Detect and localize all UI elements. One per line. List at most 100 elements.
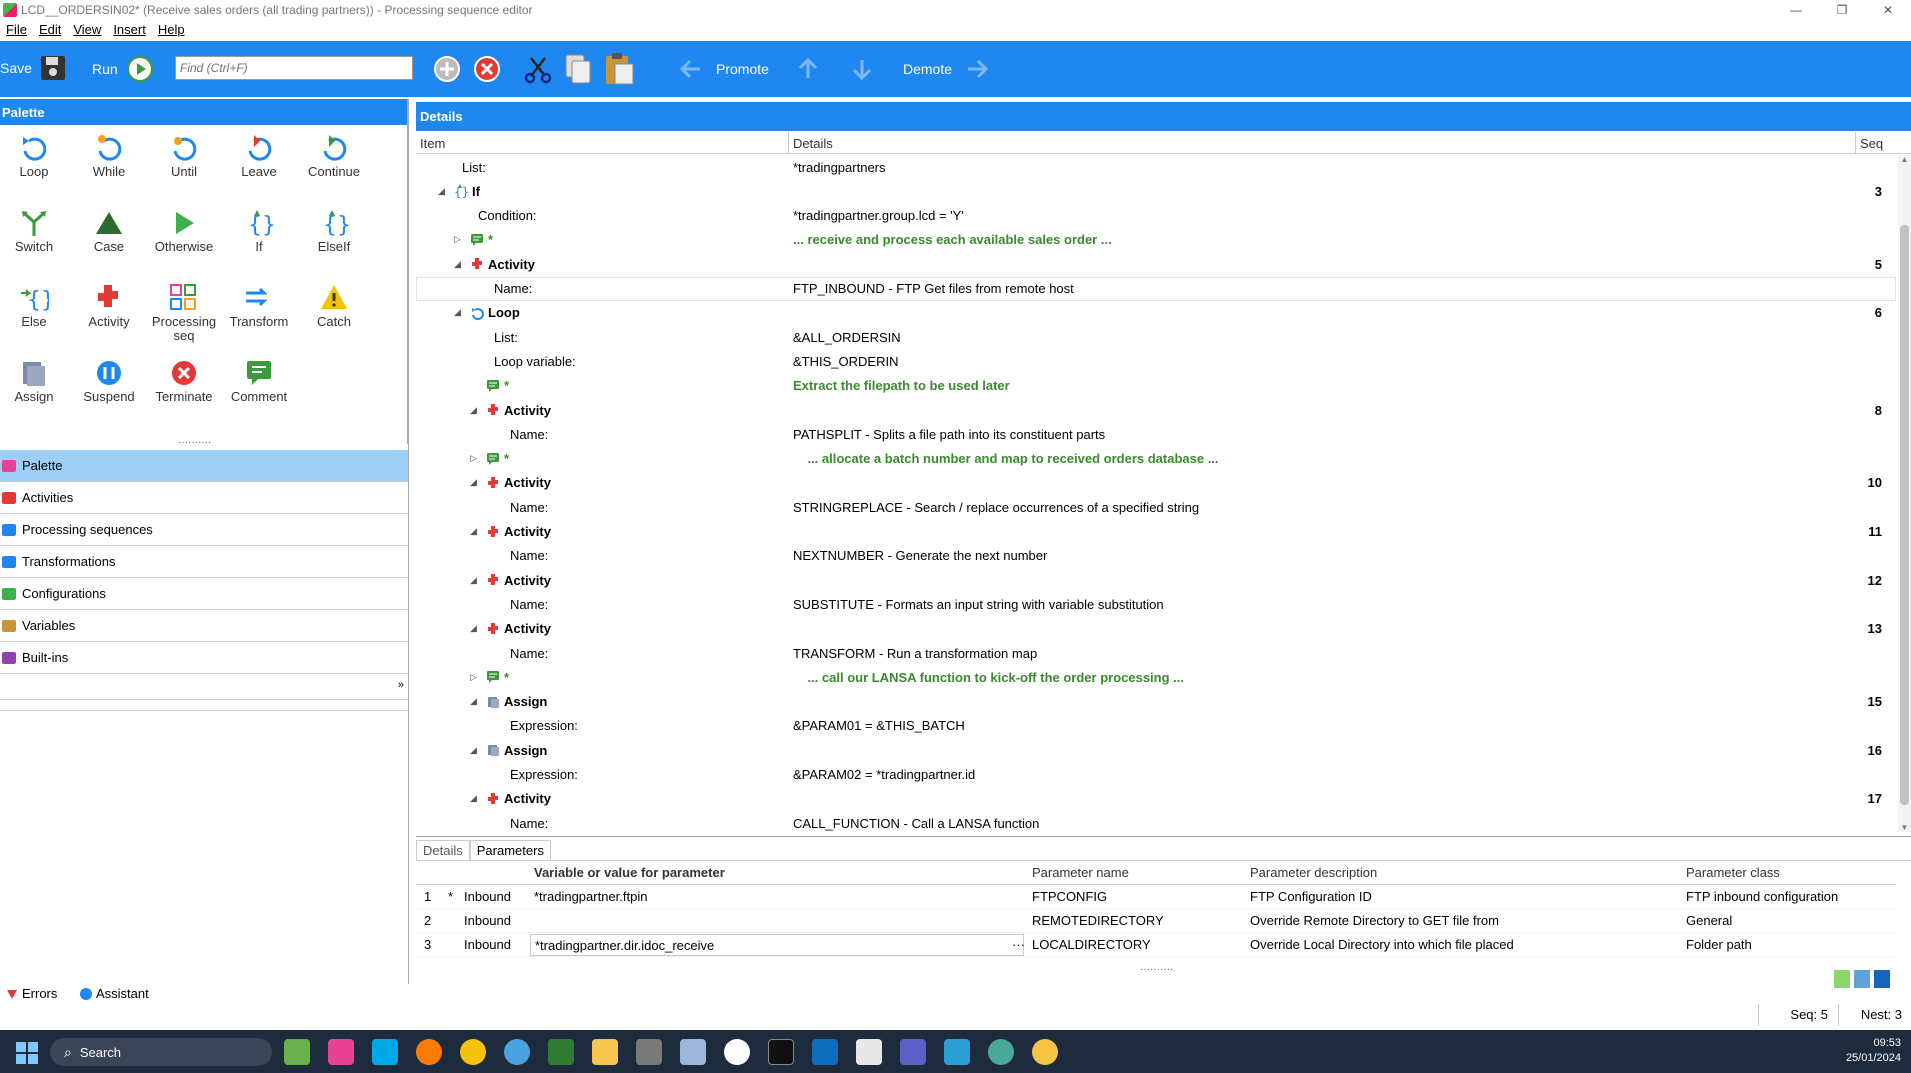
copy-icon[interactable]	[563, 53, 593, 85]
run-button[interactable]: Run	[92, 55, 154, 83]
param-value-field[interactable]	[530, 910, 1024, 932]
nav-item-variables[interactable]: Variables	[0, 610, 408, 642]
tree-row[interactable]: List: &ALL_ORDERSIN	[416, 325, 1896, 349]
tree-row[interactable]: ◢ Activity 13	[416, 617, 1896, 641]
delete-icon[interactable]	[473, 55, 501, 83]
col-param-class[interactable]: Parameter class	[1682, 865, 1780, 880]
tree-row[interactable]: Expression: &PARAM02 = *tradingpartner.id	[416, 763, 1896, 787]
expand-twisty-icon[interactable]: ▷	[470, 672, 477, 683]
tree-row[interactable]: Name: CALL_FUNCTION - Call a LANSA functi…	[416, 811, 1896, 832]
taskbar-search[interactable]: ⌕ Search	[50, 1038, 272, 1066]
minimize-button[interactable]: —	[1773, 0, 1819, 19]
tree-row[interactable]: ◢ Activity 11	[416, 520, 1896, 544]
collapse-twisty-icon[interactable]: ◢	[470, 477, 477, 488]
nav-item-configurations[interactable]: Configurations	[0, 578, 408, 610]
app-sheet-icon[interactable]	[548, 1039, 574, 1065]
tree-row[interactable]: ▷ * ... call our LANSA function to kick-o…	[416, 665, 1896, 689]
tree-row[interactable]: Loop variable: &THIS_ORDERIN	[416, 349, 1896, 373]
paste-icon[interactable]	[603, 52, 635, 86]
tree-row[interactable]: ◢ Activity 8	[416, 398, 1896, 422]
app-pre-icon[interactable]	[284, 1039, 310, 1065]
menu-file[interactable]: File	[0, 22, 33, 37]
param-row[interactable]: 2 Inbound REMOTEDIRECTORY Override Remote D…	[416, 909, 1896, 933]
chrome-icon[interactable]	[460, 1039, 486, 1065]
expand-twisty-icon[interactable]: ▷	[454, 234, 461, 245]
palette-item-terminate[interactable]: Terminate	[145, 354, 223, 404]
palette-item-until[interactable]: Until	[145, 129, 223, 179]
palette-item-processing-seq[interactable]: Processing seq	[145, 279, 223, 343]
tree-row[interactable]: ◢ Activity 12	[416, 568, 1896, 592]
skype-icon[interactable]	[372, 1039, 398, 1065]
add-icon[interactable]	[433, 55, 461, 83]
status-book-icon[interactable]	[1874, 970, 1890, 988]
palette-item-else[interactable]: {}Else	[0, 279, 73, 329]
collapse-twisty-icon[interactable]: ◢	[454, 307, 461, 318]
nav-item-built-ins[interactable]: Built-ins	[0, 642, 408, 674]
tree-row[interactable]: ◢ Activity 10	[416, 471, 1896, 495]
collapse-twisty-icon[interactable]: ◢	[454, 259, 461, 270]
tab-parameters[interactable]: Parameters	[469, 840, 551, 860]
move-down-icon[interactable]	[849, 56, 875, 82]
palette-item-leave[interactable]: Leave	[220, 129, 298, 179]
browse-ellipsis-button[interactable]: ···	[1008, 937, 1025, 952]
tree-row[interactable]: List: *tradingpartners	[416, 155, 1896, 179]
find-input[interactable]	[175, 56, 413, 80]
tree-row[interactable]: ◢ Activity 17	[416, 787, 1896, 811]
tree-row[interactable]: ◢ Activity 5	[416, 252, 1896, 276]
cut-icon[interactable]	[523, 54, 553, 84]
param-row[interactable]: 1 * Inbound *tradingpartner.ftpin FTPCONFIG F…	[416, 885, 1896, 909]
assistant-tab[interactable]: Assistant	[80, 986, 149, 1001]
nav-item-activities[interactable]: Activities	[0, 482, 408, 514]
tree-row[interactable]: Name: FTP_INBOUND - FTP Get files from re…	[416, 276, 1896, 301]
clock[interactable]: 09:53 25/01/2024	[1846, 1036, 1901, 1066]
file-explorer-icon[interactable]	[592, 1039, 618, 1065]
tree-row[interactable]: ◢ Loop 6	[416, 301, 1896, 325]
menu-help[interactable]: Help	[152, 22, 191, 37]
app-tools-icon[interactable]	[636, 1039, 662, 1065]
tree-row[interactable]: ▷ * ... allocate a batch number and map t…	[416, 447, 1896, 471]
tree-row[interactable]: Name: STRINGREPLACE - Search / replace oc…	[416, 495, 1896, 519]
palette-item-if[interactable]: {} If	[220, 204, 298, 254]
tree-row[interactable]: ◢ {} If 3	[416, 179, 1896, 203]
col-details[interactable]: Details	[789, 132, 1856, 153]
app-info-icon[interactable]	[724, 1039, 750, 1065]
palette-item-comment[interactable]: Comment	[220, 354, 298, 404]
palette-item-transform[interactable]: Transform	[220, 279, 298, 329]
param-row[interactable]: 3 Inbound *tradingpartner.dir.idoc_receive…	[416, 933, 1896, 957]
promote-button[interactable]: Promote	[678, 56, 769, 82]
terminal-icon[interactable]	[768, 1039, 794, 1065]
app-copilot-icon[interactable]	[328, 1039, 354, 1065]
collapse-twisty-icon[interactable]: ◢	[470, 793, 477, 804]
menu-view[interactable]: View	[67, 22, 107, 37]
col-param-name[interactable]: Parameter name	[1028, 865, 1129, 880]
tree-row[interactable]: Expression: &PARAM01 = &THIS_BATCH	[416, 714, 1896, 738]
tree-row[interactable]: Name: SUBSTITUTE - Formats an input strin…	[416, 592, 1896, 616]
collapse-twisty-icon[interactable]: ◢	[470, 623, 477, 634]
palette-item-activity[interactable]: Activity	[70, 279, 148, 329]
vertical-scrollbar[interactable]: ▲ ▼	[1898, 155, 1911, 832]
app-smile-icon[interactable]	[1032, 1039, 1058, 1065]
windows-start-icon[interactable]	[16, 1042, 38, 1064]
tree-row[interactable]: Name: NEXTNUMBER - Generate the next numb…	[416, 544, 1896, 568]
collapse-twisty-icon[interactable]: ◢	[470, 575, 477, 586]
tree-row[interactable]: ▷ * ... receive and process each available…	[416, 228, 1896, 252]
close-window-button[interactable]: ✕	[1865, 0, 1911, 19]
col-param-description[interactable]: Parameter description	[1246, 865, 1377, 880]
scroll-thumb[interactable]	[1900, 225, 1909, 805]
app-chat-icon[interactable]	[988, 1039, 1014, 1065]
collapse-twisty-icon[interactable]: ◢	[438, 186, 445, 197]
demote-button[interactable]: Demote	[903, 56, 990, 82]
palette-item-suspend[interactable]: Suspend	[70, 354, 148, 404]
save-button[interactable]: Save	[0, 55, 66, 81]
palette-item-continue[interactable]: Continue	[295, 129, 373, 179]
col-item[interactable]: Item	[416, 132, 789, 153]
palette-item-assign[interactable]: Assign	[0, 354, 73, 404]
collapse-twisty-icon[interactable]: ◢	[470, 696, 477, 707]
nav-item-transformations[interactable]: Transformations	[0, 546, 408, 578]
status-blue-icon[interactable]	[1854, 970, 1870, 988]
expand-twisty-icon[interactable]: ▷	[470, 453, 477, 464]
col-variable[interactable]: Variable or value for parameter	[530, 865, 725, 880]
palette-item-switch[interactable]: Switch	[0, 204, 73, 254]
palette-item-while[interactable]: While	[70, 129, 148, 179]
palette-item-elseif[interactable]: {} ElseIf	[295, 204, 373, 254]
